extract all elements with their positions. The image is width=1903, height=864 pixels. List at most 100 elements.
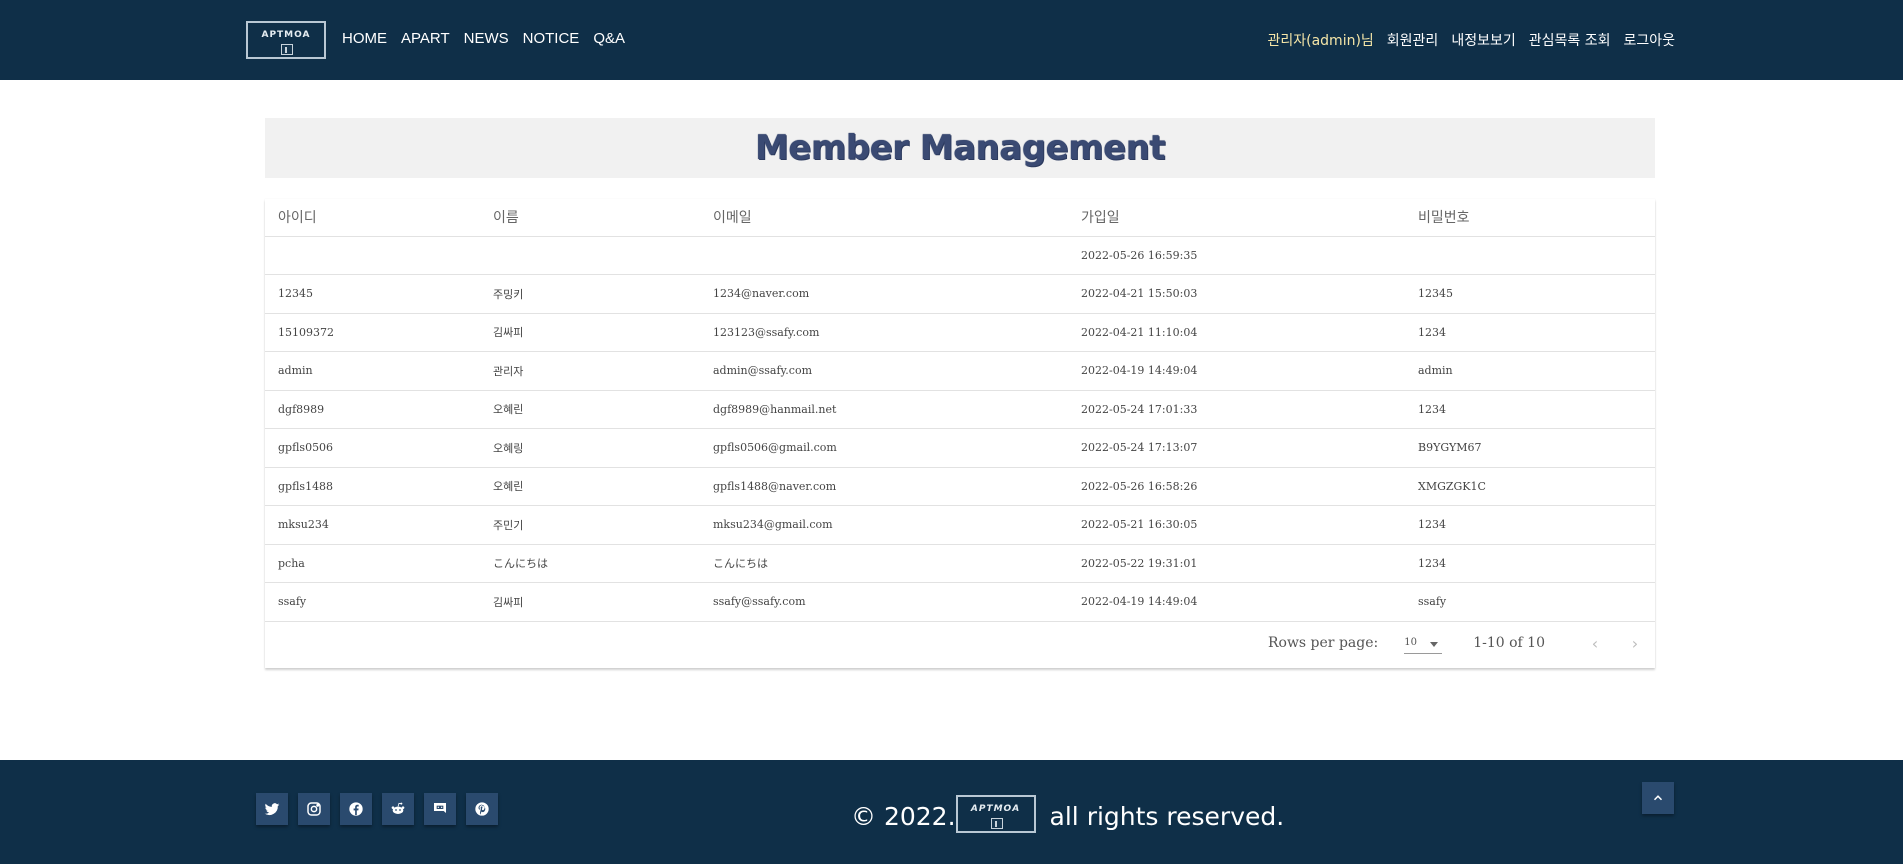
cell-password: ssafy [1405, 582, 1655, 622]
cell-email: 1234@naver.com [700, 274, 1068, 314]
cell-id: admin [265, 351, 480, 391]
cell-name: 관리자 [480, 351, 700, 391]
aptmoa-logo[interactable]: APTMOA [246, 21, 326, 59]
column-header-password[interactable]: 비밀번호 [1405, 199, 1655, 237]
cell-email [700, 236, 1068, 275]
rows-per-page-select[interactable]: 10 [1404, 633, 1443, 654]
copyright-prefix: © 2022. [851, 801, 956, 831]
nav-home-link[interactable]: HOME [342, 30, 387, 47]
column-header-name[interactable]: 이름 [480, 199, 700, 237]
top-navbar: APTMOA HOME APART NEWS NOTICE Q&A 관리자(ad… [0, 0, 1903, 80]
table-row[interactable]: gpfls0506 오혜링 gpfls0506@gmail.com 2022-0… [265, 428, 1655, 468]
building-icon [281, 44, 293, 55]
copyright: © 2022. APTMOA all rights reserved. [851, 795, 1285, 835]
footer-logo-text: APTMOA [970, 804, 1021, 814]
pinterest-icon[interactable] [466, 793, 498, 825]
cell-email: mksu234@gmail.com [700, 505, 1068, 545]
pagination-range: 1-10 of 10 [1473, 635, 1545, 651]
rows-per-page-label: Rows per page: [1267, 635, 1379, 651]
cell-password: XMGZGK1C [1405, 467, 1655, 506]
cell-joined: 2022-04-19 14:49:04 [1068, 582, 1405, 622]
cell-name [480, 236, 700, 275]
cell-joined: 2022-04-19 14:49:04 [1068, 351, 1405, 391]
cell-joined: 2022-05-21 16:30:05 [1068, 505, 1405, 545]
column-header-joined[interactable]: 가입일 [1068, 199, 1405, 237]
chevron-right-icon[interactable]: › [1615, 634, 1655, 653]
cell-password: admin [1405, 351, 1655, 391]
cell-password [1405, 236, 1655, 275]
table-row[interactable]: pcha こんにちは こんにちは 2022-05-22 19:31:01 123… [265, 544, 1655, 583]
cell-email: こんにちは [700, 544, 1068, 583]
my-info-link[interactable]: 내정보보기 [1451, 30, 1515, 50]
cell-id: 12345 [265, 274, 480, 314]
cell-id: 15109372 [265, 313, 480, 352]
cell-name: こんにちは [480, 544, 700, 583]
cell-name: 김싸피 [480, 582, 700, 622]
twitter-icon[interactable] [256, 793, 288, 825]
cell-password: 1234 [1405, 390, 1655, 429]
cell-password: 1234 [1405, 313, 1655, 352]
main-nav: HOME APART NEWS NOTICE Q&A [342, 30, 639, 47]
cell-joined: 2022-05-26 16:59:35 [1068, 236, 1405, 275]
rows-per-page-value: 10 [1404, 636, 1417, 648]
building-icon [990, 818, 1003, 829]
table-row[interactable]: 15109372 김싸피 123123@ssafy.com 2022-04-21… [265, 313, 1655, 352]
current-user-label: 관리자(admin)님 [1267, 33, 1374, 49]
cell-name: 김싸피 [480, 313, 700, 352]
cell-name: 오혜린 [480, 467, 700, 506]
discord-icon[interactable] [424, 793, 456, 825]
table-row[interactable]: mksu234 주민기 mksu234@gmail.com 2022-05-21… [265, 505, 1655, 545]
cell-id: ssafy [265, 582, 480, 622]
cell-password: 12345 [1405, 274, 1655, 314]
page-title: Member Management [754, 128, 1166, 168]
cell-email: gpfls1488@naver.com [700, 467, 1068, 506]
column-header-email[interactable]: 이메일 [700, 199, 1068, 237]
cell-joined: 2022-04-21 15:50:03 [1068, 274, 1405, 314]
social-links [256, 793, 508, 825]
cell-password: 1234 [1405, 505, 1655, 545]
table-row[interactable]: gpfls1488 오혜린 gpfls1488@naver.com 2022-0… [265, 467, 1655, 506]
table-row[interactable]: 2022-05-26 16:59:35 [265, 236, 1655, 275]
scroll-to-top-button[interactable] [1642, 782, 1674, 814]
nav-notice-link[interactable]: NOTICE [523, 30, 580, 47]
instagram-icon[interactable] [298, 793, 330, 825]
cell-id: dgf8989 [265, 390, 480, 429]
cell-email: dgf8989@hanmail.net [700, 390, 1068, 429]
user-nav: 관리자(admin)님 회원관리 내정보보기 관심목록 조회 로그아웃 [1254, 30, 1675, 50]
cell-email: gpfls0506@gmail.com [700, 428, 1068, 468]
nav-news-link[interactable]: NEWS [464, 30, 509, 47]
cell-joined: 2022-05-26 16:58:26 [1068, 467, 1405, 506]
member-management-link[interactable]: 회원관리 [1387, 30, 1439, 50]
cell-id: pcha [265, 544, 480, 583]
cell-password: B9YGYM67 [1405, 428, 1655, 468]
nav-qna-link[interactable]: Q&A [593, 30, 625, 47]
cell-joined: 2022-05-24 17:13:07 [1068, 428, 1405, 468]
interest-list-link[interactable]: 관심목록 조회 [1529, 30, 1611, 50]
table-pagination: Rows per page: 10 1-10 of 10 ‹ › [265, 619, 1655, 667]
cell-email: ssafy@ssafy.com [700, 582, 1068, 622]
cell-name: 주민기 [480, 505, 700, 545]
page-title-banner: Member Management [265, 118, 1655, 178]
cell-password: 1234 [1405, 544, 1655, 583]
nav-apart-link[interactable]: APART [401, 30, 450, 47]
column-header-id[interactable]: 아이디 [265, 199, 480, 237]
table-row[interactable]: dgf8989 오혜린 dgf8989@hanmail.net 2022-05-… [265, 390, 1655, 429]
copyright-suffix: all rights reserved. [1049, 801, 1285, 831]
chevron-up-icon [1653, 795, 1663, 801]
footer-logo: APTMOA [955, 795, 1036, 833]
facebook-icon[interactable] [340, 793, 372, 825]
cell-joined: 2022-04-21 11:10:04 [1068, 313, 1405, 352]
cell-id: gpfls1488 [265, 467, 480, 506]
logout-link[interactable]: 로그아웃 [1623, 30, 1675, 50]
caret-down-icon [1430, 641, 1439, 647]
table-row[interactable]: ssafy 김싸피 ssafy@ssafy.com 2022-04-19 14:… [265, 582, 1655, 622]
cell-id: mksu234 [265, 505, 480, 545]
logo-text: APTMOA [261, 30, 311, 40]
cell-id [265, 236, 480, 275]
cell-name: 오혜링 [480, 428, 700, 468]
table-row[interactable]: admin 관리자 admin@ssafy.com 2022-04-19 14:… [265, 351, 1655, 391]
cell-name: 오혜린 [480, 390, 700, 429]
chevron-left-icon[interactable]: ‹ [1575, 634, 1615, 653]
reddit-icon[interactable] [382, 793, 414, 825]
table-row[interactable]: 12345 주밍키 1234@naver.com 2022-04-21 15:5… [265, 274, 1655, 314]
